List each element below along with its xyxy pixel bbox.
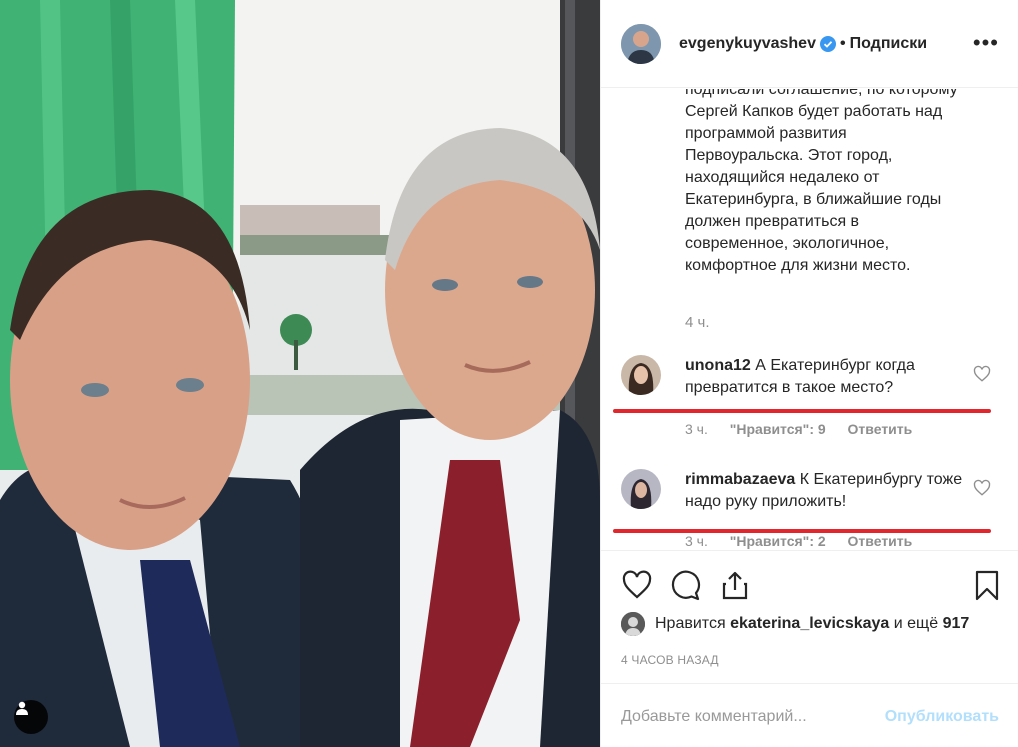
- caption-line: должен превратиться в: [685, 213, 860, 230]
- post-photo[interactable]: [0, 0, 600, 747]
- caption-line: подписали соглашение, по которому: [685, 89, 958, 98]
- liker-avatar[interactable]: [621, 612, 645, 636]
- reply-button[interactable]: Ответить: [848, 533, 913, 549]
- post-actions-bar: [601, 550, 1018, 606]
- verified-badge-icon: [819, 35, 836, 52]
- commenter-avatar[interactable]: [621, 469, 661, 509]
- tagged-users-button[interactable]: [14, 700, 48, 734]
- likes-middle: и ещё: [893, 615, 939, 632]
- post-caption: подписали соглашение, по которому Сергей…: [685, 89, 995, 277]
- comment-username[interactable]: unona12: [685, 357, 751, 374]
- avatar-image: [621, 23, 661, 64]
- likes-summary: Нравится ekaterina_levicskaya и ещё 917: [621, 612, 1011, 636]
- comments-list[interactable]: подписали соглашение, по которому Сергей…: [601, 89, 1018, 549]
- following-button[interactable]: Подписки: [850, 35, 927, 53]
- comment-likes-count[interactable]: "Нравится": 2: [730, 533, 826, 549]
- more-horizontal-icon[interactable]: •••: [973, 32, 999, 54]
- post-timestamp[interactable]: 4 ЧАСОВ НАЗАД: [621, 653, 719, 667]
- caption-line: современное, экологичное,: [685, 235, 890, 252]
- avatar-image: [621, 469, 661, 509]
- comment-username[interactable]: rimmabazaeva: [685, 471, 795, 488]
- comment-time[interactable]: 3 ч.: [685, 533, 708, 549]
- reply-button[interactable]: Ответить: [848, 421, 913, 437]
- share-upload-icon[interactable]: [719, 569, 751, 601]
- heart-outline-icon[interactable]: [621, 569, 653, 601]
- caption-line: находящийся недалеко от: [685, 169, 880, 186]
- author-avatar[interactable]: [621, 23, 661, 64]
- liker-username[interactable]: ekaterina_levicskaya: [730, 615, 889, 633]
- caption-line: Первоуральска. Этот город,: [685, 147, 893, 164]
- header-separator: •: [839, 34, 846, 52]
- add-comment-section: Опубликовать: [601, 683, 1018, 747]
- person-icon: [16, 701, 28, 715]
- caption-line: программой развития: [685, 125, 847, 142]
- post-header: evgenykuyvashev • Подписки •••: [601, 0, 1018, 88]
- commenter-avatar[interactable]: [621, 355, 661, 395]
- comment-likes-count[interactable]: "Нравится": 9: [730, 421, 826, 437]
- comment-meta: 3 ч. "Нравится": 9 Ответить: [685, 421, 930, 437]
- comment-like-icon[interactable]: [973, 365, 991, 383]
- comment-like-icon[interactable]: [973, 479, 991, 497]
- caption-line: Екатеринбурга, в ближайшие годы: [685, 191, 942, 208]
- comment-body: unona12 А Екатеринбург когда превратится…: [685, 355, 965, 399]
- likes-count[interactable]: 917: [943, 615, 970, 633]
- instagram-post: evgenykuyvashev • Подписки ••• подписали…: [0, 0, 1018, 747]
- author-username[interactable]: evgenykuyvashev: [679, 35, 816, 53]
- comment-meta: 3 ч. "Нравится": 2 Ответить: [685, 533, 930, 549]
- publish-button[interactable]: Опубликовать: [885, 708, 999, 726]
- avatar-image: [621, 612, 645, 636]
- avatar-image: [621, 355, 661, 395]
- caption-line: Сергей Капков будет работать над: [685, 103, 943, 120]
- photo-illustration: [0, 0, 600, 747]
- comment-input[interactable]: [621, 704, 871, 730]
- caption-line: комфортное для жизни место.: [685, 257, 911, 274]
- caption-timestamp[interactable]: 4 ч.: [685, 314, 710, 331]
- comment-body: rimmabazaeva К Екатеринбургу тоже надо р…: [685, 469, 965, 513]
- annotation-underline: [613, 409, 991, 413]
- post-side-panel: evgenykuyvashev • Подписки ••• подписали…: [600, 0, 1018, 747]
- comment-bubble-icon[interactable]: [669, 569, 701, 601]
- annotation-underline: [613, 529, 991, 533]
- comment-time[interactable]: 3 ч.: [685, 421, 708, 437]
- likes-prefix: Нравится: [655, 615, 726, 632]
- bookmark-icon[interactable]: [971, 569, 1003, 601]
